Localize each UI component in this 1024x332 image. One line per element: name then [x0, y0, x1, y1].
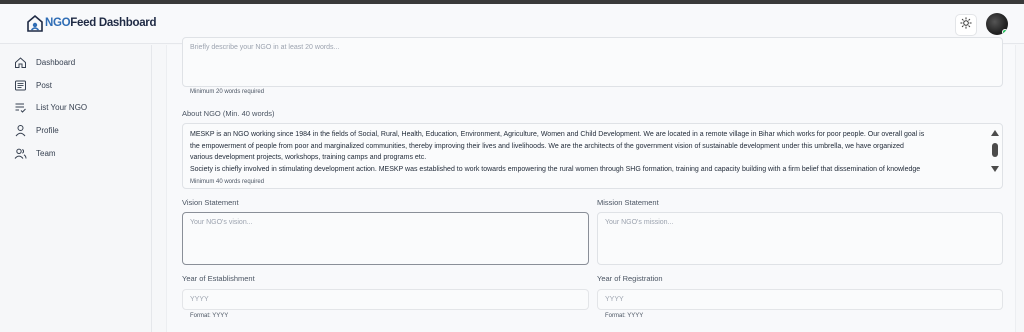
- sidebar-item-label: Dashboard: [36, 57, 76, 67]
- year-establishment-placeholder: YYYY: [190, 296, 209, 303]
- year-registration-input[interactable]: YYYY: [597, 289, 1003, 310]
- year-registration-placeholder: YYYY: [605, 296, 624, 303]
- vision-statement-label: Vision Statement: [182, 198, 239, 207]
- ngo-form-card: Briefly describe your NGO in at least 20…: [166, 37, 1016, 332]
- main-content: Briefly describe your NGO in at least 20…: [152, 37, 1024, 332]
- vision-statement-textarea[interactable]: Your NGO's vision...: [182, 212, 589, 265]
- sidebar-item-team[interactable]: Team: [14, 144, 56, 162]
- about-line: the empowerment of people from poor and …: [190, 142, 904, 150]
- year-establishment-helper: Format: YYYY: [190, 313, 229, 319]
- sidebar-item-list-your-ngo[interactable]: List Your NGO: [14, 98, 87, 116]
- sidebar: Dashboard Post List Your NGO Profile Tea…: [0, 45, 152, 332]
- logo-rest-text: Feed Dashboard: [70, 17, 157, 29]
- short-description-placeholder: Briefly describe your NGO in at least 20…: [190, 44, 340, 51]
- home-icon: [15, 56, 26, 68]
- theme-toggle-button[interactable]: [955, 14, 977, 36]
- logo-house-icon: [26, 13, 44, 33]
- sidebar-item-profile[interactable]: Profile: [14, 121, 59, 139]
- vision-placeholder: Your NGO's vision...: [190, 219, 253, 226]
- year-establishment-input[interactable]: YYYY: [182, 289, 589, 310]
- mission-statement-label: Mission Statement: [597, 198, 659, 207]
- year-registration-label: Year of Registration: [597, 274, 663, 283]
- sidebar-item-label: List Your NGO: [36, 102, 88, 112]
- year-establishment-label: Year of Establishment: [182, 274, 255, 283]
- scroll-thumb[interactable]: [992, 143, 998, 157]
- about-line: Society is chiefly involved in stimulati…: [190, 165, 921, 173]
- sidebar-item-label: Profile: [36, 125, 59, 135]
- user-avatar[interactable]: [986, 13, 1008, 35]
- about-ngo-helper: Minimum 40 words required: [190, 179, 265, 185]
- sun-icon: [960, 16, 972, 34]
- short-description-textarea[interactable]: Briefly describe your NGO in at least 20…: [182, 37, 1003, 87]
- users-icon: [14, 148, 27, 159]
- about-line: MESKP is an NGO working since 1984 in th…: [190, 131, 925, 138]
- sidebar-item-dashboard[interactable]: Dashboard: [14, 53, 75, 71]
- user-icon: [15, 124, 26, 136]
- short-description-helper: Minimum 20 words required: [190, 89, 265, 95]
- newspaper-icon: [15, 80, 26, 90]
- about-line: various development projects, workshops,…: [190, 154, 427, 161]
- scroll-down-arrow-icon[interactable]: [991, 166, 999, 172]
- sidebar-item-label: Team: [36, 148, 56, 158]
- mission-placeholder: Your NGO's mission...: [605, 219, 674, 226]
- about-ngo-scrollbar[interactable]: [990, 130, 1000, 172]
- online-status-dot: [1002, 29, 1008, 35]
- logo-ngo-text: NGO: [45, 17, 71, 29]
- mission-statement-textarea[interactable]: Your NGO's mission...: [597, 212, 1003, 265]
- sidebar-item-label: Post: [36, 80, 53, 90]
- year-registration-helper: Format: YYYY: [605, 313, 644, 319]
- about-ngo-label: About NGO (Min. 40 words): [182, 109, 275, 118]
- scroll-up-arrow-icon[interactable]: [991, 130, 999, 136]
- app-logo[interactable]: NGOFeed Dashboard: [26, 12, 157, 34]
- sidebar-item-post[interactable]: Post: [14, 76, 52, 94]
- about-ngo-text: MESKP is an NGO working since 1984 in th…: [190, 129, 995, 175]
- logo-text: NGOFeed Dashboard: [45, 17, 157, 29]
- list-check-icon: [15, 103, 26, 113]
- about-ngo-textarea[interactable]: MESKP is an NGO working since 1984 in th…: [182, 123, 1003, 189]
